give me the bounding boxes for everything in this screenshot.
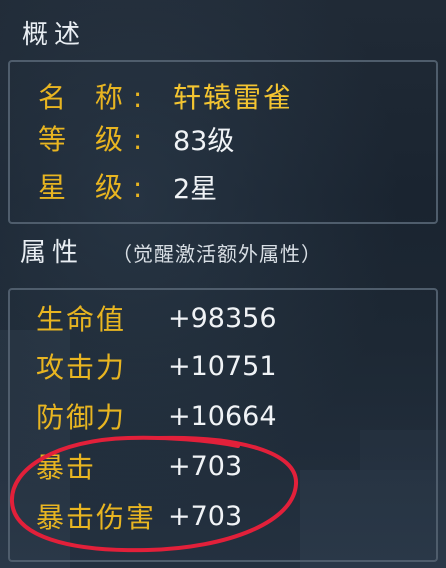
level-label: 等 级:: [38, 123, 153, 156]
attribute-row-crit-damage: 暴击伤害 +703: [36, 496, 242, 536]
attribute-label: 暴击伤害: [36, 501, 157, 534]
attribute-value: +10664: [168, 400, 277, 432]
name-value: 轩辕雷雀: [173, 81, 294, 114]
attribute-label: 防御力: [36, 401, 127, 434]
star-label: 星 级:: [38, 171, 153, 204]
attribute-row-attack: 攻击力 +10751: [36, 346, 277, 386]
attributes-note: （觉醒激活额外属性）: [112, 242, 322, 266]
attribute-row-hp: 生命值 +98356: [36, 298, 277, 338]
attribute-value: +10751: [168, 350, 277, 382]
attributes-title: 属性: [20, 238, 85, 268]
name-label: 名 称:: [38, 81, 153, 114]
attribute-value: +98356: [168, 302, 277, 334]
attribute-value: +703: [168, 500, 243, 532]
attribute-label: 攻击力: [36, 351, 127, 384]
name-row: 名 称: 轩辕雷雀: [38, 76, 293, 116]
star-value: 2星: [173, 173, 218, 205]
level-value: 83级: [173, 125, 235, 157]
attribute-value: +703: [168, 450, 243, 482]
attribute-row-crit: 暴击 +703: [36, 446, 242, 486]
level-row: 等 级: 83级: [38, 118, 234, 158]
attribute-row-defense: 防御力 +10664: [36, 396, 277, 436]
overview-title: 概述: [22, 20, 87, 50]
character-info-panel: 概述 名 称: 轩辕雷雀 等 级: 83级 星 级: 2星 属性 （觉醒激活额外…: [0, 0, 446, 568]
attribute-label: 生命值: [36, 303, 127, 336]
attribute-label: 暴击: [36, 451, 97, 484]
star-row: 星 级: 2星: [38, 166, 217, 206]
